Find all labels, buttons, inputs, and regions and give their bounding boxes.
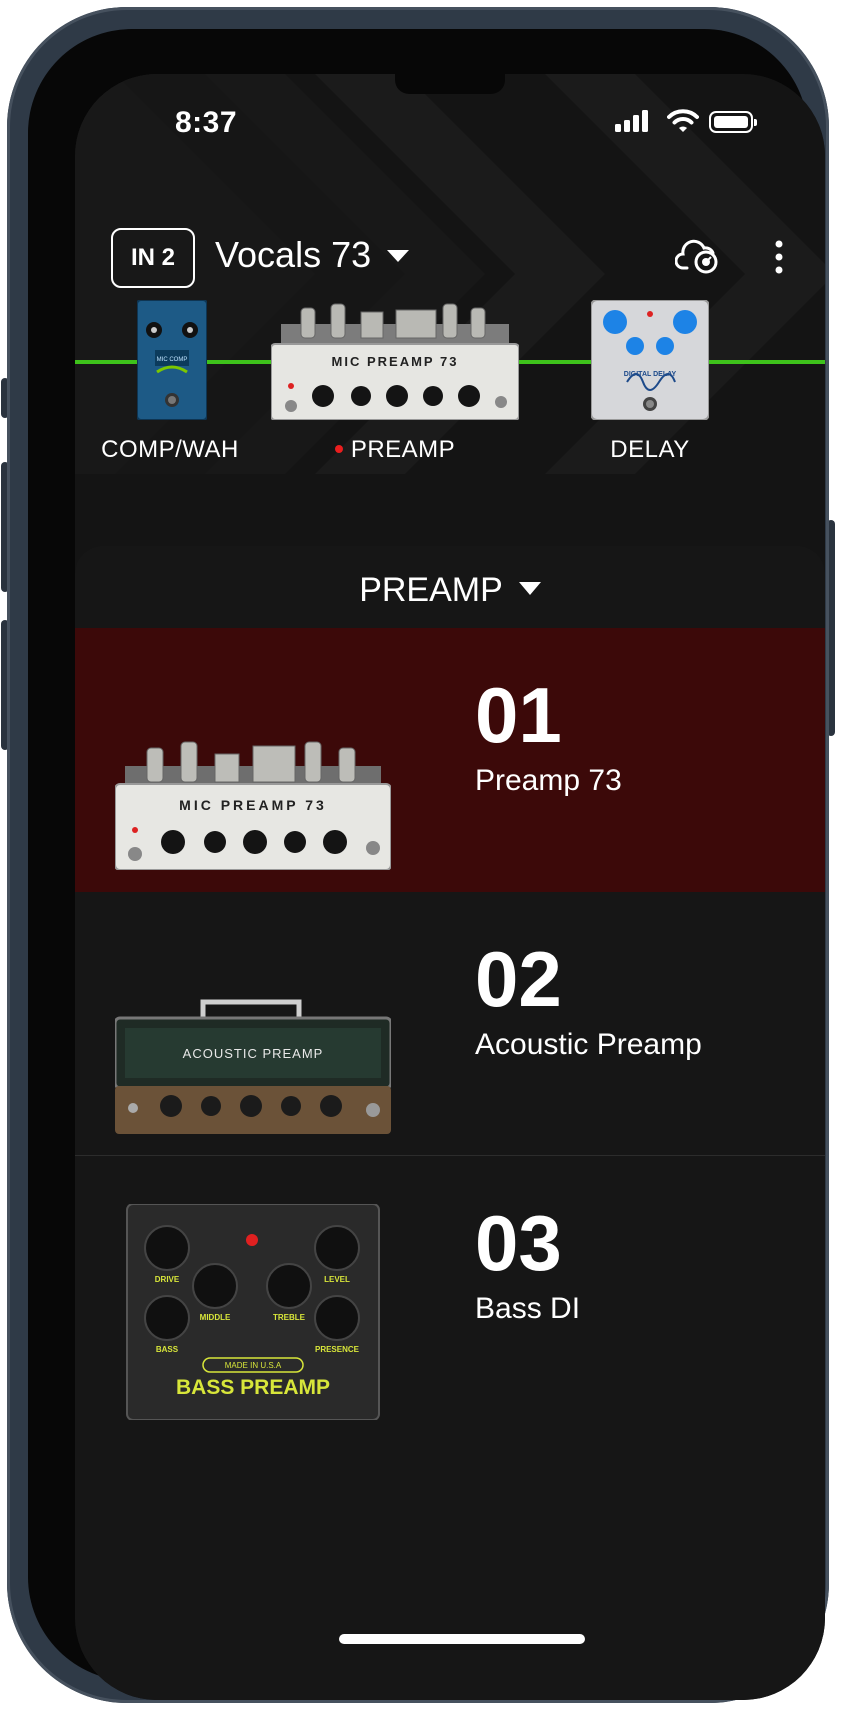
comp-wah-pedal[interactable]: MIC COMP	[137, 300, 207, 420]
chain-label-text: COMP/WAH	[101, 436, 239, 463]
status-time: 8:37	[175, 106, 238, 139]
made-in-label: MADE IN U.S.A	[225, 1361, 282, 1370]
model-number: 02	[475, 935, 562, 1023]
wifi-icon	[667, 109, 699, 132]
chain-label-comp-wah[interactable]: COMP/WAH	[85, 436, 255, 464]
category-dropdown[interactable]: PREAMP	[75, 546, 825, 626]
category-title: PREAMP	[359, 571, 503, 609]
model-row-02[interactable]: ACOUSTIC PREAMP 02 Acoustic Preamp	[75, 892, 825, 1156]
bass-preamp-thumbnail: DRIVE LEVEL MIDDLE TREBLE BASS PRESENCE …	[126, 1204, 380, 1420]
preset-toolbar: IN 2 Vocals 73	[75, 194, 825, 288]
knob-label: PRESENCE	[315, 1345, 360, 1354]
acoustic-preamp-thumbnail: ACOUSTIC PREAMP	[115, 999, 391, 1134]
model-name: Preamp 73	[475, 764, 622, 797]
phone-frame: 8:37 IN 2 Vocals 73 MIC COMP MIC PREAMP …	[7, 7, 829, 1703]
model-number: 01	[475, 671, 562, 759]
knob-label: MIDDLE	[200, 1313, 231, 1322]
chain-label-text: PREAMP	[350, 436, 456, 463]
phone-bezel: 8:37 IN 2 Vocals 73 MIC COMP MIC PREAMP …	[28, 29, 825, 1700]
chain-label-text: DELAY	[610, 436, 690, 463]
preamp73-thumbnail: MIC PREAMP 73	[115, 741, 391, 870]
model-row-01[interactable]: MIC PREAMP 73 01 Preamp 73	[75, 628, 825, 892]
thumb-device-label: ACOUSTIC PREAMP	[183, 1046, 324, 1061]
status-bar: 8:37	[75, 74, 825, 174]
home-indicator[interactable]	[339, 1634, 585, 1644]
delay-pedal-label: DIGITAL DELAY	[624, 371, 677, 378]
knob-label: TREBLE	[273, 1313, 306, 1322]
digital-delay-pedal[interactable]: DIGITAL DELAY	[591, 300, 709, 420]
knob-label: BASS	[156, 1345, 179, 1354]
thumb-device-label: BASS PREAMP	[176, 1376, 330, 1399]
chain-preamp-label: MIC PREAMP 73	[332, 354, 459, 369]
input-selector-button[interactable]: IN 2	[111, 228, 195, 288]
model-number: 03	[475, 1199, 562, 1287]
comp-pedal-label: MIC COMP	[157, 357, 188, 363]
active-indicator-dot	[334, 444, 343, 453]
preset-name-dropdown[interactable]: Vocals 73	[215, 234, 371, 276]
caret-down-icon[interactable]	[387, 250, 409, 262]
model-row-03[interactable]: DRIVE LEVEL MIDDLE TREBLE BASS PRESENCE …	[75, 1156, 825, 1420]
model-selection-panel: PREAMP MIC PREAMP 73 01 Preamp 73 ACOUST…	[75, 546, 825, 1700]
battery-icon	[709, 111, 757, 133]
thumb-device-label: MIC PREAMP 73	[179, 797, 327, 813]
app-screen: 8:37 IN 2 Vocals 73 MIC COMP MIC PREAMP …	[75, 74, 825, 1700]
caret-down-icon	[518, 582, 541, 595]
more-vertical-icon[interactable]	[775, 240, 783, 274]
chain-label-preamp[interactable]: PREAMP	[305, 436, 485, 464]
cloud-sync-icon[interactable]	[675, 238, 721, 274]
mic-preamp73-chain-device[interactable]: MIC PREAMP 73	[271, 302, 519, 420]
chain-label-delay[interactable]: DELAY	[575, 436, 725, 464]
model-name: Bass DI	[475, 1292, 581, 1325]
knob-label: LEVEL	[324, 1275, 350, 1284]
cellular-signal-icon	[615, 110, 648, 132]
model-name: Acoustic Preamp	[475, 1028, 702, 1061]
knob-label: DRIVE	[155, 1275, 180, 1284]
